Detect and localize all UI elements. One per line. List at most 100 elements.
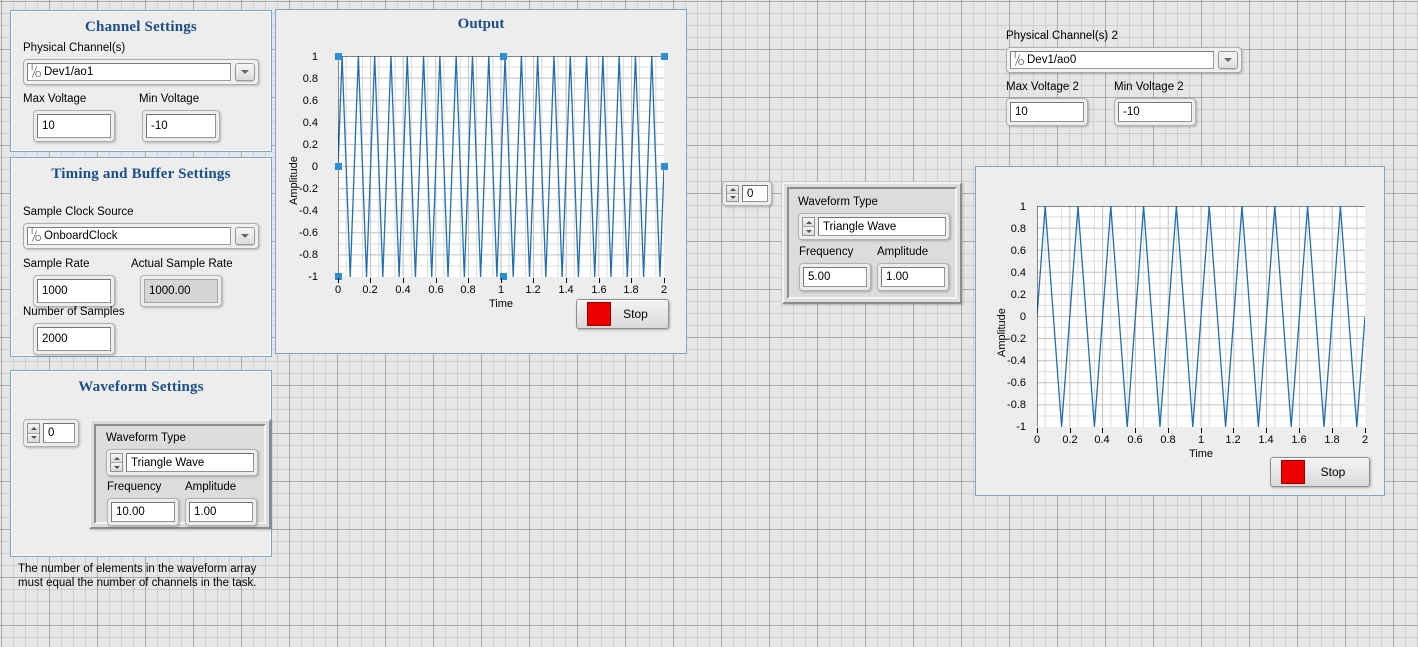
physical-channel-value: Dev1/ao1 xyxy=(44,66,94,78)
waveform-array-note: The number of elements in the waveform a… xyxy=(18,563,257,589)
min-voltage-2-input[interactable]: -10 xyxy=(1114,98,1196,126)
io-icon: IO xyxy=(31,226,42,243)
stop-button[interactable]: Stop xyxy=(576,299,669,329)
stop-button-2-label: Stop xyxy=(1320,465,1346,479)
y-tick-label: 1 xyxy=(1019,201,1026,213)
y-tick-label: -0.8 xyxy=(1007,399,1026,411)
stepper-arrows-icon[interactable] xyxy=(110,453,123,472)
waveform-type-selector[interactable]: Triangle Wave xyxy=(106,449,258,476)
io-icon: IO xyxy=(31,62,42,79)
x-tickmark xyxy=(1201,428,1202,433)
x-tickmark xyxy=(1102,428,1103,433)
output-graph-plot[interactable] xyxy=(338,56,664,277)
stop-led-icon xyxy=(1281,460,1305,484)
increment-button[interactable] xyxy=(28,424,39,434)
selection-handle[interactable] xyxy=(661,163,668,170)
x-tickmark xyxy=(1299,428,1300,433)
selection-handle[interactable] xyxy=(335,53,342,60)
x-tick-label: 0.6 xyxy=(1127,434,1143,446)
y-tick-label: -0.4 xyxy=(299,205,318,217)
physical-channel-2-inner[interactable]: IO Dev1/ao0 xyxy=(1010,51,1214,69)
chevron-down-icon[interactable] xyxy=(235,63,255,81)
amplitude-input[interactable]: 1.00 xyxy=(185,498,257,526)
increment-button[interactable] xyxy=(111,454,122,463)
decrement-button[interactable] xyxy=(803,227,814,235)
x-tick-label: 1.8 xyxy=(1324,434,1340,446)
sample-rate-input[interactable]: 1000 xyxy=(33,275,115,307)
output-graph: Output Amplitude 1 0.8 0.6 0.4 0.2 0 -0.… xyxy=(275,9,687,354)
selection-handle[interactable] xyxy=(335,163,342,170)
x-tickmark xyxy=(403,278,404,283)
max-voltage-2-input[interactable]: 10 xyxy=(1006,98,1088,126)
frequency-input-2[interactable]: 5.00 xyxy=(799,263,871,291)
waveform-array-index-value-2: 0 xyxy=(742,185,768,202)
channel-settings-title: Channel Settings xyxy=(85,19,197,35)
max-voltage-input[interactable]: 10 xyxy=(33,110,115,142)
stop-button-2[interactable]: Stop xyxy=(1270,457,1370,487)
physical-channel-input[interactable]: IO Dev1/ao1 xyxy=(23,59,259,85)
x-tick-label: 0.2 xyxy=(1062,434,1078,446)
selection-handle[interactable] xyxy=(500,53,507,60)
x-tick-label: 1 xyxy=(1197,434,1205,446)
x-tickmark xyxy=(631,278,632,283)
y-tick-label: 0.2 xyxy=(1010,289,1026,301)
x-tickmark xyxy=(566,278,567,283)
sample-clock-source-input[interactable]: IO OnboardClock xyxy=(23,223,259,249)
frequency-value-2: 5.00 xyxy=(803,267,867,287)
x-tick-label: 0.8 xyxy=(1160,434,1176,446)
x-tick-label: 2 xyxy=(1361,434,1369,446)
output-graph-svg xyxy=(338,56,664,277)
decrement-button[interactable] xyxy=(111,463,122,471)
sample-clock-source-inner[interactable]: IO OnboardClock xyxy=(27,227,231,245)
x-tickmark xyxy=(1135,428,1136,433)
chevron-down-icon[interactable] xyxy=(235,227,255,245)
waveform-settings-title: Waveform Settings xyxy=(78,379,204,395)
x-tick-label: 2 xyxy=(660,284,668,296)
waveform-type-selector-2[interactable]: Triangle Wave xyxy=(798,213,950,240)
y-tick-label: 0.2 xyxy=(302,139,318,151)
x-tickmark xyxy=(501,278,502,283)
increment-button[interactable] xyxy=(727,186,738,194)
increment-button[interactable] xyxy=(803,218,814,227)
max-voltage-value: 10 xyxy=(37,114,111,138)
x-tick-label: 1 xyxy=(497,284,505,296)
decrement-button[interactable] xyxy=(28,433,39,442)
frequency-input[interactable]: 10.00 xyxy=(107,498,179,526)
output-graph-2-plot[interactable] xyxy=(1037,206,1365,427)
number-of-samples-input[interactable]: 2000 xyxy=(33,323,115,355)
x-tick-label: 0.2 xyxy=(362,284,378,296)
amplitude-input-2[interactable]: 1.00 xyxy=(877,263,949,291)
stepper-arrows-icon[interactable] xyxy=(726,185,739,202)
selection-handle[interactable] xyxy=(661,53,668,60)
x-tickmark xyxy=(338,278,339,283)
physical-channel-inner[interactable]: IO Dev1/ao1 xyxy=(27,63,231,81)
x-tick-label: 1.2 xyxy=(525,284,541,296)
physical-channel-2-input[interactable]: IO Dev1/ao0 xyxy=(1006,47,1242,73)
waveform-array-index-stepper[interactable]: 0 xyxy=(23,419,79,447)
min-voltage-2-value: -10 xyxy=(1118,102,1192,122)
stepper-arrows-icon[interactable] xyxy=(27,423,40,443)
x-tickmark xyxy=(1365,428,1366,433)
decrement-button[interactable] xyxy=(727,194,738,201)
timing-buffer-title: Timing and Buffer Settings xyxy=(51,166,231,182)
waveform-cluster-2-inner: Waveform Type Triangle Wave Frequency 5.… xyxy=(787,187,957,299)
x-tickmark xyxy=(533,278,534,283)
waveform-array-index-stepper-2[interactable]: 0 xyxy=(722,181,772,206)
x-tick-label: 1.4 xyxy=(558,284,574,296)
chevron-down-icon[interactable] xyxy=(1218,51,1238,69)
stepper-arrows-icon[interactable] xyxy=(802,217,815,236)
waveform-cluster-inner: Waveform Type Triangle Wave Frequency 10… xyxy=(94,424,266,526)
physical-channel-2-value: Dev1/ao0 xyxy=(1027,54,1077,66)
output-graph-2-xlabel: Time xyxy=(1188,448,1214,460)
channel-settings-panel: Channel Settings Physical Channel(s) IO … xyxy=(10,10,272,152)
stop-button-label: Stop xyxy=(623,307,648,321)
output-graph-title: Output xyxy=(457,16,505,32)
min-voltage-input[interactable]: -10 xyxy=(142,110,220,142)
y-tick-label: -0.6 xyxy=(1007,377,1026,389)
x-tickmark xyxy=(436,278,437,283)
waveform-settings-panel: Waveform Settings 0 Waveform Type Triang… xyxy=(10,370,272,557)
x-tick-label: 1.6 xyxy=(591,284,607,296)
y-tick-label: 0.8 xyxy=(302,73,318,85)
x-tickmark xyxy=(1168,428,1169,433)
x-tickmark xyxy=(1070,428,1071,433)
